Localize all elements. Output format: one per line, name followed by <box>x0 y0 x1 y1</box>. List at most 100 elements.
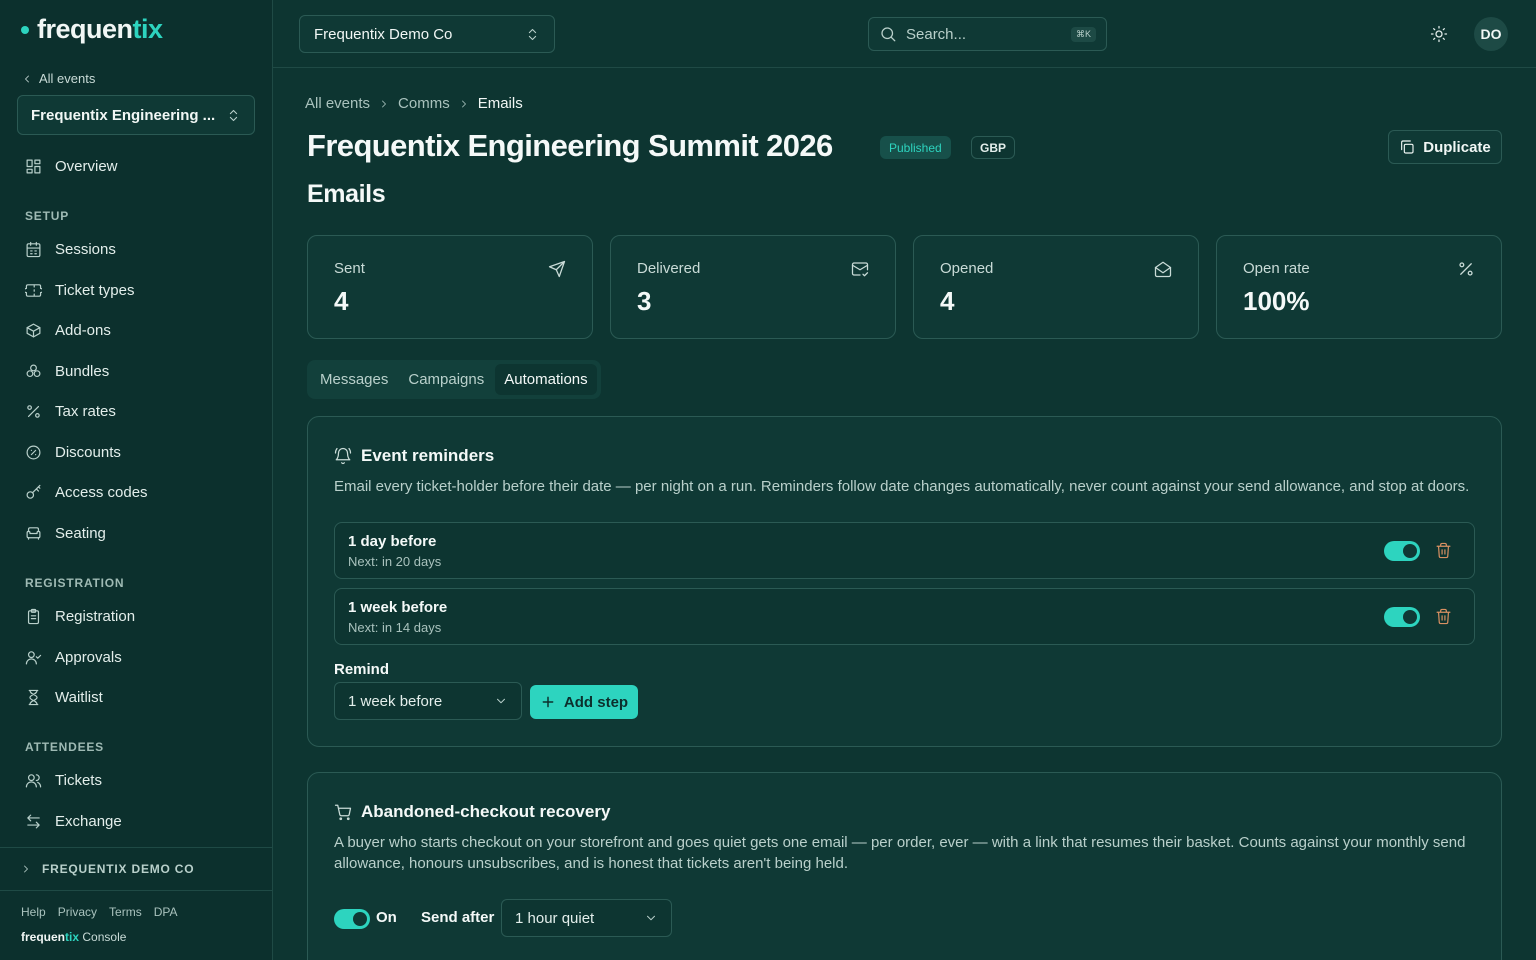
send-after-label: Send after <box>421 909 495 926</box>
organization-selector[interactable]: Frequentix Demo Co <box>299 15 555 53</box>
reminder-step-title: 1 week before <box>348 599 448 616</box>
boxes-icon <box>26 364 41 378</box>
chevron-right-icon <box>382 100 386 107</box>
currency-badge: GBP <box>971 136 1016 159</box>
organization-selector-value: Frequentix Demo Co <box>314 25 453 43</box>
sidebar-item-sessions[interactable]: Sessions <box>25 241 116 258</box>
remind-select[interactable]: 1 week before <box>334 682 522 720</box>
abandoned-checkout-toggle[interactable] <box>334 909 370 929</box>
section-title: Emails <box>307 180 386 208</box>
duplicate-button[interactable]: Duplicate <box>1388 130 1502 164</box>
stat-label: Open rate <box>1243 260 1310 277</box>
send-after-select[interactable]: 1 hour quiet <box>501 899 672 937</box>
trash-icon[interactable] <box>1435 542 1452 559</box>
sidebar-item-approvals[interactable]: Approvals <box>25 649 122 666</box>
sidebar-item-label: Approvals <box>55 649 122 666</box>
footer-link-help[interactable]: Help <box>21 905 46 919</box>
breadcrumb: All events Comms Emails <box>305 95 523 112</box>
reminder-step-toggle[interactable] <box>1384 541 1420 561</box>
remind-label: Remind <box>334 661 390 678</box>
search-placeholder: Search... <box>906 25 967 43</box>
stat-card-open-rate: Open rate 100% <box>1216 235 1502 339</box>
reminder-step-row: 1 week before Next: in 14 days <box>334 588 1475 645</box>
event-reminders-description: Email every ticket-holder before their d… <box>334 478 1470 495</box>
sidebar-item-label: Add-ons <box>55 322 111 339</box>
sidebar-item-seating[interactable]: Seating <box>25 525 106 542</box>
mail-check-icon <box>851 262 869 277</box>
sidebar-item-bundles[interactable]: Bundles <box>25 363 109 380</box>
stat-value: 4 <box>334 286 349 316</box>
add-step-button[interactable]: Add step <box>530 685 638 719</box>
abandoned-checkout-heading: Abandoned-checkout recovery <box>334 802 610 822</box>
sidebar-item-discounts[interactable]: Discounts <box>25 444 121 461</box>
percent-icon <box>1459 262 1473 276</box>
reminder-step-next: Next: in 20 days <box>348 554 442 569</box>
sun-icon <box>1430 25 1448 43</box>
abandoned-checkout-on-label: On <box>376 909 397 926</box>
stat-card-sent: Sent 4 <box>307 235 593 339</box>
event-reminders-heading: Event reminders <box>334 446 494 466</box>
sidebar-item-registration[interactable]: Registration <box>25 608 135 625</box>
search-input[interactable]: Search... ⌘K <box>868 17 1107 51</box>
sidebar-item-waitlist[interactable]: Waitlist <box>25 689 103 706</box>
sidebar-item-add-ons[interactable]: Add-ons <box>25 322 111 339</box>
reminder-step-next: Next: in 14 days <box>348 620 442 635</box>
footer-link-privacy[interactable]: Privacy <box>58 905 97 919</box>
logo-dot <box>21 25 29 34</box>
nav-section-registration: REGISTRATION <box>25 576 125 590</box>
chevron-right-icon <box>24 865 28 873</box>
avatar[interactable]: DO <box>1474 17 1508 51</box>
footer-brand: frequentix Console <box>21 930 127 944</box>
package-icon <box>26 323 41 338</box>
sidebar-item-label: Waitlist <box>55 689 103 706</box>
badge-percent-icon <box>26 445 41 460</box>
sidebar-item-exchange[interactable]: Exchange <box>25 813 122 830</box>
tab-messages[interactable]: Messages <box>311 364 397 395</box>
sidebar-item-overview[interactable]: Overview <box>25 158 118 175</box>
sidebar-item-tickets[interactable]: Tickets <box>25 772 102 789</box>
sidebar-item-label: Seating <box>55 525 106 542</box>
abandoned-checkout-description: A buyer who starts checkout on your stor… <box>334 834 1466 872</box>
tab-automations[interactable]: Automations <box>495 364 597 395</box>
footer-link-dpa[interactable]: DPA <box>154 905 178 919</box>
abandoned-checkout-card: Abandoned-checkout recovery A buyer who … <box>307 772 1502 960</box>
breadcrumb-emails: Emails <box>477 95 523 112</box>
status-badge: Published <box>880 136 951 159</box>
remind-select-value: 1 week before <box>348 692 443 710</box>
logo-text: frequentix <box>37 14 163 44</box>
sidebar-item-access-codes[interactable]: Access codes <box>25 484 148 501</box>
sidebar-item-tax-rates[interactable]: Tax rates <box>25 403 116 420</box>
nav-section-setup: SETUP <box>25 209 70 223</box>
search-icon <box>881 27 896 42</box>
breadcrumb-all-events[interactable]: All events <box>305 95 370 112</box>
layout-grid-icon <box>26 159 41 174</box>
stat-label: Sent <box>334 260 365 277</box>
hourglass-icon <box>28 689 39 706</box>
mail-open-icon <box>1154 261 1172 278</box>
org-switcher-row[interactable]: FREQUENTIX DEMO CO <box>0 847 272 891</box>
brand-logo[interactable]: frequentix <box>21 14 163 45</box>
sidebar-item-label: Tickets <box>55 772 102 789</box>
breadcrumb-comms[interactable]: Comms <box>398 95 450 112</box>
back-to-all-events-link[interactable]: All events <box>21 71 95 86</box>
stat-value: 100% <box>1243 286 1310 316</box>
theme-toggle-button[interactable] <box>1430 25 1448 43</box>
plus-icon <box>542 696 554 708</box>
trash-icon[interactable] <box>1435 608 1452 625</box>
reminder-step-row: 1 day before Next: in 20 days <box>334 522 1475 579</box>
back-link-label: All events <box>39 71 96 86</box>
footer-link-terms[interactable]: Terms <box>109 905 142 919</box>
chevron-down-icon <box>647 915 655 921</box>
stat-value: 3 <box>637 286 652 316</box>
sidebar-item-label: Sessions <box>55 241 116 258</box>
footer-links: Help Privacy Terms DPA <box>21 905 178 919</box>
reminder-step-toggle[interactable] <box>1384 607 1420 627</box>
sidebar-item-label: Overview <box>55 158 118 175</box>
copy-icon <box>1401 140 1414 154</box>
sidebar-item-ticket-types[interactable]: Ticket types <box>25 282 134 299</box>
sidebar-item-label: Discounts <box>55 444 121 461</box>
stat-card-delivered: Delivered 3 <box>610 235 896 339</box>
event-selector[interactable]: Frequentix Engineering ... <box>17 95 255 135</box>
tab-campaigns[interactable]: Campaigns <box>399 364 493 395</box>
chevron-down-icon <box>497 698 505 704</box>
